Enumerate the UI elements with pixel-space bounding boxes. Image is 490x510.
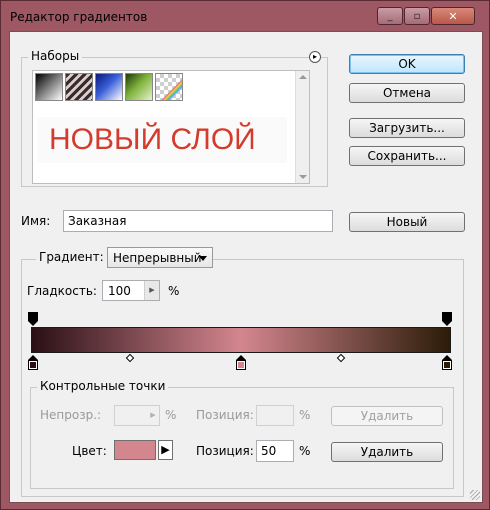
- maximize-button[interactable]: ▫: [404, 7, 430, 25]
- new-button[interactable]: Новый: [349, 212, 465, 232]
- presets-group: Наборы ▸ НОВЫЙ СЛОЙ: [21, 49, 328, 187]
- load-button[interactable]: Загрузить...: [349, 118, 465, 138]
- control-points-label: Контрольные точки: [37, 379, 169, 393]
- color-location-percent: %: [299, 444, 311, 458]
- preset-overlay-text: НОВЫЙ СЛОЙ: [37, 117, 287, 163]
- color-stop-right[interactable]: [442, 355, 452, 371]
- presets-scrollbar[interactable]: [295, 71, 309, 183]
- color-stop-left[interactable]: [28, 355, 38, 371]
- window-title: Редактор градиентов: [10, 10, 148, 24]
- opacity-field: ▶: [114, 405, 160, 426]
- color-location-input[interactable]: [256, 440, 294, 462]
- save-button[interactable]: Сохранить...: [349, 146, 465, 166]
- color-menu-button[interactable]: ▶: [158, 440, 173, 460]
- opacity-stop-right[interactable]: [442, 312, 452, 326]
- smoothness-percent: %: [168, 284, 180, 298]
- gradient-preview-bar[interactable]: [31, 327, 451, 353]
- gradient-type-label: Градиент:: [36, 250, 107, 264]
- delete-color-stop-button[interactable]: Удалить: [331, 442, 443, 462]
- play-arrow-icon: ▶: [161, 443, 170, 456]
- gradient-group: Градиент: Непрерывный Гладкость: 100 ▶ %: [21, 247, 464, 497]
- smoothness-field[interactable]: 100 ▶: [102, 280, 160, 301]
- presets-label: Наборы: [28, 49, 83, 63]
- color-label: Цвет:: [72, 444, 107, 458]
- color-location-label: Позиция:: [196, 444, 254, 458]
- minimize-button[interactable]: _: [377, 7, 403, 25]
- presets-menu-button[interactable]: ▸: [309, 51, 321, 63]
- maximize-icon: ▫: [413, 10, 421, 22]
- color-swatch[interactable]: [114, 440, 156, 460]
- chevron-down-icon: [199, 256, 207, 261]
- scroll-down-icon[interactable]: [299, 175, 307, 179]
- control-points-group: Контрольные точки Непрозр.: ▶ % Позиция:…: [30, 379, 454, 489]
- striped-gradient-swatch[interactable]: [65, 73, 93, 101]
- delete-opacity-stop-button[interactable]: Удалить: [331, 406, 443, 426]
- opacity-stop-left[interactable]: [28, 312, 38, 326]
- gradient-type-value: Непрерывный: [113, 251, 202, 265]
- name-input[interactable]: [63, 210, 333, 232]
- close-icon: ✕: [448, 9, 458, 23]
- midpoint-diamond-right[interactable]: [336, 353, 346, 363]
- opacity-arrow-icon: ▶: [150, 411, 156, 419]
- presets-list: НОВЫЙ СЛОЙ: [32, 70, 310, 184]
- close-button[interactable]: ✕: [431, 7, 475, 25]
- cancel-button[interactable]: Отмена: [349, 83, 465, 103]
- gradient-type-select[interactable]: Непрерывный: [107, 247, 213, 268]
- name-label: Имя:: [21, 214, 51, 228]
- smoothness-arrow-icon[interactable]: ▶: [144, 281, 159, 300]
- green-gradient-swatch[interactable]: [125, 73, 153, 101]
- ok-button[interactable]: OK: [349, 54, 465, 74]
- opacity-label: Непрозр.:: [40, 408, 102, 422]
- title-bar[interactable]: Редактор градиентов _ ▫ ✕: [1, 1, 489, 31]
- scroll-up-icon[interactable]: [299, 75, 307, 79]
- color-stop-center[interactable]: [236, 355, 246, 371]
- minimize-icon: _: [387, 10, 393, 22]
- blue-gradient-swatch[interactable]: [95, 73, 123, 101]
- opacity-percent: %: [165, 408, 177, 422]
- opacity-location-label: Позиция:: [196, 408, 254, 422]
- opacity-location-percent: %: [299, 408, 311, 422]
- black-white-gradient-swatch[interactable]: [35, 73, 63, 101]
- smoothness-value: 100: [108, 284, 131, 298]
- menu-arrow-icon: ▸: [312, 52, 317, 61]
- resize-grip-icon[interactable]: [470, 490, 480, 500]
- smoothness-label: Гладкость:: [27, 284, 97, 298]
- opacity-location-field: [256, 405, 294, 426]
- transparent-rainbow-gradient-swatch[interactable]: [155, 73, 183, 101]
- dialog-client-area: Наборы ▸ НОВЫЙ СЛОЙ OK Отмена Загрузить.…: [9, 31, 483, 503]
- midpoint-diamond-left[interactable]: [125, 353, 135, 363]
- gradient-editor-window: Редактор градиентов _ ▫ ✕ Наборы ▸ НОВЫЙ…: [0, 0, 490, 510]
